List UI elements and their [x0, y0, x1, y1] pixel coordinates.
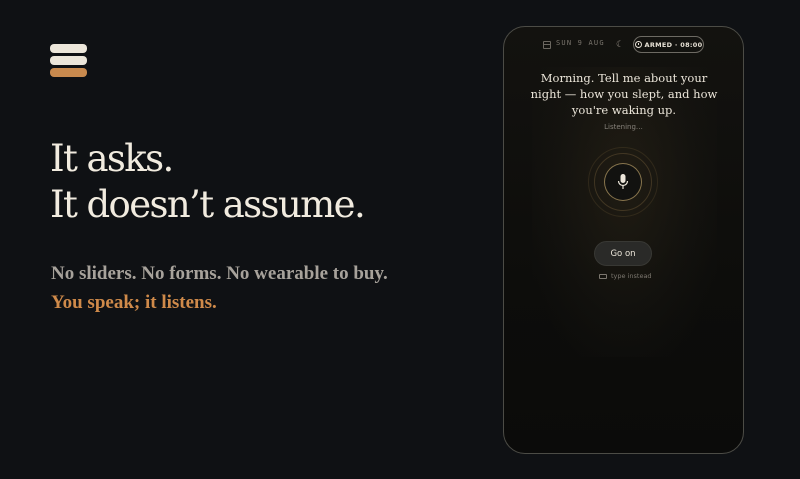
hero-headline: It asks. It doesn’t assume.	[50, 136, 366, 228]
mic-button[interactable]	[588, 147, 658, 217]
logo-bar-middle	[50, 56, 87, 65]
go-on-button[interactable]: Go on	[594, 241, 652, 266]
moon-icon[interactable]: ☾	[616, 39, 624, 51]
phone-status-row: SUN 9 AUG ☾ ARMED · 08:00	[504, 36, 743, 54]
headline-line-2: It doesn’t assume.	[50, 183, 366, 226]
logo-bar-bottom	[50, 68, 87, 77]
microphone-icon	[617, 174, 629, 189]
calendar-icon	[543, 41, 551, 49]
alarm-clock-icon	[634, 41, 642, 48]
listening-status: Listening…	[604, 123, 643, 131]
voice-prompt: Morning. Tell me about your night — how …	[530, 71, 718, 117]
subline-tagline: You speak; it listens.	[51, 292, 217, 313]
phone-mockup: SUN 9 AUG ☾ ARMED · 08:00 Morning. Tell …	[503, 26, 744, 454]
brand-logo	[50, 44, 87, 78]
logo-bar-top	[50, 44, 87, 53]
subline-features: No sliders. No forms. No wearable to buy…	[51, 263, 388, 284]
headline-line-1: It asks.	[50, 137, 174, 180]
type-instead-link[interactable]: type instead	[599, 271, 652, 281]
status-date: SUN 9 AUG	[556, 39, 605, 47]
keyboard-icon	[599, 273, 607, 279]
type-instead-label: type instead	[611, 272, 652, 280]
armed-label: ARMED · 08:00	[644, 40, 703, 49]
alarm-armed-badge[interactable]: ARMED · 08:00	[633, 36, 704, 53]
hero-subline: No sliders. No forms. No wearable to buy…	[51, 259, 388, 317]
